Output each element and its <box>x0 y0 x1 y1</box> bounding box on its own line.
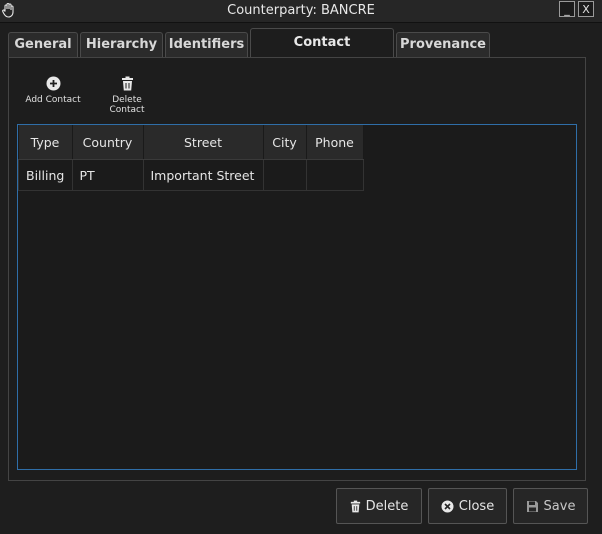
trash-icon <box>350 500 360 512</box>
plus-circle-icon <box>46 76 60 91</box>
cell-street[interactable]: Important Street <box>142 159 264 191</box>
contacts-table: Type Country Street City Phone Billing P… <box>17 124 577 470</box>
tab-provenance[interactable]: Provenance <box>396 32 490 57</box>
trash-icon <box>121 76 133 91</box>
save-button[interactable]: Save <box>513 488 588 524</box>
cell-phone[interactable] <box>305 159 364 191</box>
minimize-button[interactable]: _ <box>559 1 575 17</box>
table-row[interactable]: Billing PT Important Street <box>18 159 364 191</box>
delete-button[interactable]: Delete <box>336 488 422 524</box>
close-circle-icon <box>441 500 454 512</box>
close-button-label: Close <box>458 498 495 514</box>
save-icon <box>526 500 538 512</box>
column-header-type[interactable]: Type <box>18 125 73 160</box>
column-header-city[interactable]: City <box>263 125 307 160</box>
cell-city[interactable] <box>262 159 307 191</box>
delete-contact-label: Delete Contact <box>109 95 145 115</box>
tab-general[interactable]: General <box>8 32 78 57</box>
cell-type[interactable]: Billing <box>18 159 73 191</box>
tab-hierarchy[interactable]: Hierarchy <box>80 32 163 57</box>
tab-contact-information[interactable]: Contact Information <box>250 28 394 77</box>
column-header-street[interactable]: Street <box>143 125 264 160</box>
delete-contact-button[interactable]: Delete Contact <box>94 76 160 115</box>
column-header-country[interactable]: Country <box>72 125 144 160</box>
table-header-row: Type Country Street City Phone <box>18 125 364 160</box>
add-contact-button[interactable]: Add Contact <box>24 76 82 105</box>
close-button[interactable]: Close <box>428 488 507 524</box>
tab-bar: General Hierarchy Identifiers Contact In… <box>0 28 602 77</box>
close-window-button[interactable]: X <box>578 1 594 17</box>
tab-identifiers[interactable]: Identifiers <box>165 32 248 57</box>
delete-button-label: Delete <box>365 498 409 514</box>
add-contact-label: Add Contact <box>25 95 81 105</box>
title-bar: Counterparty: BANCRE _ X <box>0 0 602 23</box>
save-button-label: Save <box>543 498 576 514</box>
window-title: Counterparty: BANCRE <box>227 3 375 18</box>
column-header-phone[interactable]: Phone <box>306 125 364 160</box>
cell-country[interactable]: PT <box>71 159 144 191</box>
